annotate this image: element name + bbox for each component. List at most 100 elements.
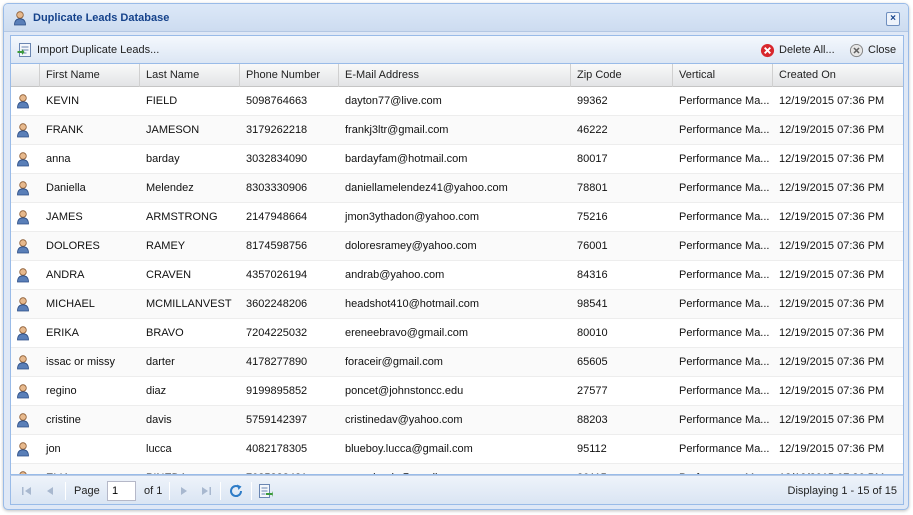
cell-created-on: 12/19/2015 07:36 PM <box>779 298 885 310</box>
cell-phone-number: 4082178305 <box>246 443 308 455</box>
cell-vertical: Performance Ma... <box>679 414 770 426</box>
table-row[interactable]: issac or missy darter 4178277890 foraceir@g… <box>11 348 903 377</box>
user-icon <box>17 413 29 428</box>
cell-first-name: issac or missy <box>46 356 116 368</box>
column-header-email-address[interactable]: E-Mail Address <box>339 64 571 87</box>
cell-last-name: MCMILLANVEST <box>146 298 232 310</box>
cell-zip-code: 84316 <box>577 269 608 281</box>
table-row[interactable]: JAMES ARMSTRONG 2147948664 jmon3ythadon@yah… <box>11 203 903 232</box>
cell-email-address: andrab@yahoo.com <box>345 269 445 281</box>
user-icon <box>17 384 29 399</box>
cell-phone-number: 8303330906 <box>246 182 308 194</box>
cell-last-name: PINEDA <box>140 464 240 474</box>
user-icon <box>17 94 29 109</box>
cell-email-address: jmon3ythadon@yahoo.com <box>345 211 480 223</box>
column-header-last-name[interactable]: Last Name <box>140 64 240 87</box>
close-button[interactable]: Close <box>849 42 896 58</box>
cell-first-name: ELIA <box>40 464 140 474</box>
cell-email-address: poncet@johnstoncc.edu <box>345 385 464 397</box>
cell-created-on: 12/19/2015 07:36 PM <box>779 414 885 426</box>
column-header-phone-number[interactable]: Phone Number <box>240 64 339 87</box>
refresh-icon[interactable] <box>228 483 244 499</box>
table-row[interactable]: KEVIN FIELD 5098764663 dayton77@live.com 993… <box>11 87 903 116</box>
window-titlebar[interactable]: Duplicate Leads Database × <box>4 4 908 32</box>
cell-vertical: Performance Ma... <box>673 464 773 474</box>
cell-phone-number: 5098764663 <box>246 95 308 107</box>
cell-first-name: KEVIN <box>46 95 80 107</box>
previous-page-icon[interactable] <box>43 484 57 498</box>
cell-zip-code: 88203 <box>577 414 608 426</box>
cell-zip-code: 80010 <box>577 327 608 339</box>
cell-vertical: Performance Ma... <box>679 385 770 397</box>
cell-zip-code: 65605 <box>577 356 608 368</box>
column-header-created-on[interactable]: Created On <box>773 64 903 87</box>
cell-created-on: 12/19/2015 07:36 PM <box>779 182 885 194</box>
cell-last-name: Melendez <box>146 182 194 194</box>
cell-created-on: 12/19/2015 07:36 PM <box>779 356 885 368</box>
table-row[interactable]: FRANK JAMESON 3179262218 frankj3ltr@gmail.c… <box>11 116 903 145</box>
cell-vertical: Performance Ma... <box>679 182 770 194</box>
delete-icon <box>760 43 775 57</box>
cell-email-address: headshot410@hotmail.com <box>345 298 480 310</box>
cell-zip-code: 46222 <box>577 124 608 136</box>
table-row[interactable]: MICHAEL MCMILLANVEST 3602248206 headshot410… <box>11 290 903 319</box>
cell-last-name: JAMESON <box>146 124 200 136</box>
cell-last-name: BRAVO <box>146 327 184 339</box>
table-row[interactable]: ELIAPINEDA7035883481eranpineda@gmail.com… <box>11 464 903 474</box>
delete-all-button[interactable]: Delete All... <box>760 42 835 58</box>
next-page-icon[interactable] <box>177 484 191 498</box>
cell-last-name: ARMSTRONG <box>146 211 218 223</box>
cell-first-name: MICHAEL <box>46 298 95 310</box>
cell-last-name: barday <box>146 153 180 165</box>
cell-email-address: daniellamelendez41@yahoo.com <box>345 182 508 194</box>
cell-vertical: Performance Ma... <box>679 124 770 136</box>
table-row[interactable]: DOLORES RAMEY 8174598756 doloresramey@yahoo… <box>11 232 903 261</box>
cell-email-address: cristinedav@yahoo.com <box>345 414 463 426</box>
last-page-icon[interactable] <box>199 484 213 498</box>
cell-email-address: dayton77@live.com <box>345 95 442 107</box>
cell-created-on: 12/19/2015 07:36 PM <box>779 269 885 281</box>
cell-vertical: Performance Ma... <box>679 356 770 368</box>
cell-phone-number: 5759142397 <box>246 414 308 426</box>
page-number-input[interactable] <box>107 481 136 501</box>
cell-zip-code: 27577 <box>577 385 608 397</box>
paging-toolbar: Page of 1 Displaying 1 - 15 of 15 <box>10 475 904 505</box>
column-header-vertical[interactable]: Vertical <box>673 64 773 87</box>
cell-vertical: Performance Ma... <box>679 153 770 165</box>
table-row[interactable]: cristine davis 5759142397 cristinedav@yahoo… <box>11 406 903 435</box>
cell-zip-code: 98541 <box>577 298 608 310</box>
cell-last-name: CRAVEN <box>146 269 192 281</box>
cell-vertical: Performance Ma... <box>679 269 770 281</box>
table-row[interactable]: ANDRA CRAVEN 4357026194 andrab@yahoo.com 843… <box>11 261 903 290</box>
window-close-icon[interactable]: × <box>886 12 900 26</box>
cell-email-address: foraceir@gmail.com <box>345 356 443 368</box>
cell-first-name: anna <box>46 153 71 165</box>
cell-email-address: frankj3ltr@gmail.com <box>345 124 449 136</box>
table-row[interactable]: Daniella Melendez 8303330906 daniellamelend… <box>11 174 903 203</box>
table-row[interactable]: jon lucca 4082178305 blueboy.lucca@gmail.co… <box>11 435 903 464</box>
pager-separator <box>220 482 221 500</box>
cell-created-on: 12/19/2015 07:36 PM <box>779 95 885 107</box>
first-page-icon[interactable] <box>20 484 34 498</box>
user-icon <box>14 11 26 26</box>
column-header-zip-code[interactable]: Zip Code <box>571 64 673 87</box>
pager-separator <box>169 482 170 500</box>
user-icon <box>17 123 29 138</box>
cell-created-on: 12/19/2015 07:36 PM <box>779 240 885 252</box>
cell-first-name: ANDRA <box>46 269 85 281</box>
cell-zip-code: 76001 <box>577 240 608 252</box>
user-icon <box>17 268 29 283</box>
cell-created-on: 12/19/2015 07:36 PM <box>779 385 885 397</box>
import-button-label: Import Duplicate Leads... <box>37 44 160 56</box>
cell-created-on: 12/19/2015 07:36 PM <box>779 443 885 455</box>
pager-separator <box>65 482 66 500</box>
import-duplicate-leads-button[interactable]: Import Duplicate Leads... <box>17 42 159 58</box>
grid-header: First Name Last Name Phone Number E-Mail… <box>11 64 903 87</box>
column-header-first-name[interactable]: First Name <box>40 64 140 87</box>
table-row[interactable]: regino diaz 9199895852 poncet@johnstoncc.ed… <box>11 377 903 406</box>
close-label: Close <box>868 44 897 56</box>
table-row[interactable]: ERIKA BRAVO 7204225032 ereneebravo@gmail.co… <box>11 319 903 348</box>
export-icon[interactable] <box>257 483 273 499</box>
table-row[interactable]: anna barday 3032834090 bardayfam@hotmail.co… <box>11 145 903 174</box>
cell-last-name: diaz <box>146 385 167 397</box>
